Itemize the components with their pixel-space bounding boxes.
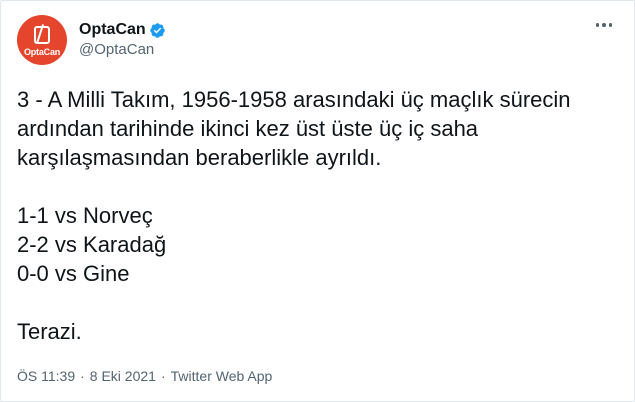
tweet-body: 3 - A Milli Takım, 1956-1958 arasındaki … [17,85,627,346]
tweet-header: OptaCan OptaCan @OptaCan [17,15,166,65]
author-handle[interactable]: @OptaCan [79,40,166,60]
meta-separator: · [160,368,166,384]
tweet-meta: ÖS 11:39 · 8 Eki 2021 · Twitter Web App [17,367,272,385]
author-display-name[interactable]: OptaCan [79,20,146,40]
tweet-date[interactable]: 8 Eki 2021 [90,367,156,385]
tweet-paragraph: 3 - A Milli Takım, 1956-1958 arasındaki … [17,87,571,170]
result-line: 1-1 vs Norveç [17,203,153,228]
tweet-closing: Terazi. [17,319,82,344]
tweet-time[interactable]: ÖS 11:39 [17,367,75,385]
author-names: OptaCan @OptaCan [79,20,166,60]
tweet-card: OptaCan OptaCan @OptaCan 3 - A Milli Tak… [0,0,635,402]
tweet-source-link[interactable]: Twitter Web App [171,367,273,385]
more-options-button[interactable] [595,23,612,27]
avatar[interactable]: OptaCan [17,15,67,65]
result-line: 0-0 vs Gine [17,261,130,286]
avatar-logo-text: OptaCan [23,46,61,57]
author-name-row: OptaCan [79,20,166,40]
more-horizontal-icon [595,23,599,27]
more-horizontal-icon [602,23,606,27]
opta-logo-icon [34,25,50,44]
meta-separator: · [80,368,85,384]
verified-badge-icon [149,22,165,38]
result-line: 2-2 vs Karadağ [17,232,167,257]
more-horizontal-icon [608,23,612,27]
